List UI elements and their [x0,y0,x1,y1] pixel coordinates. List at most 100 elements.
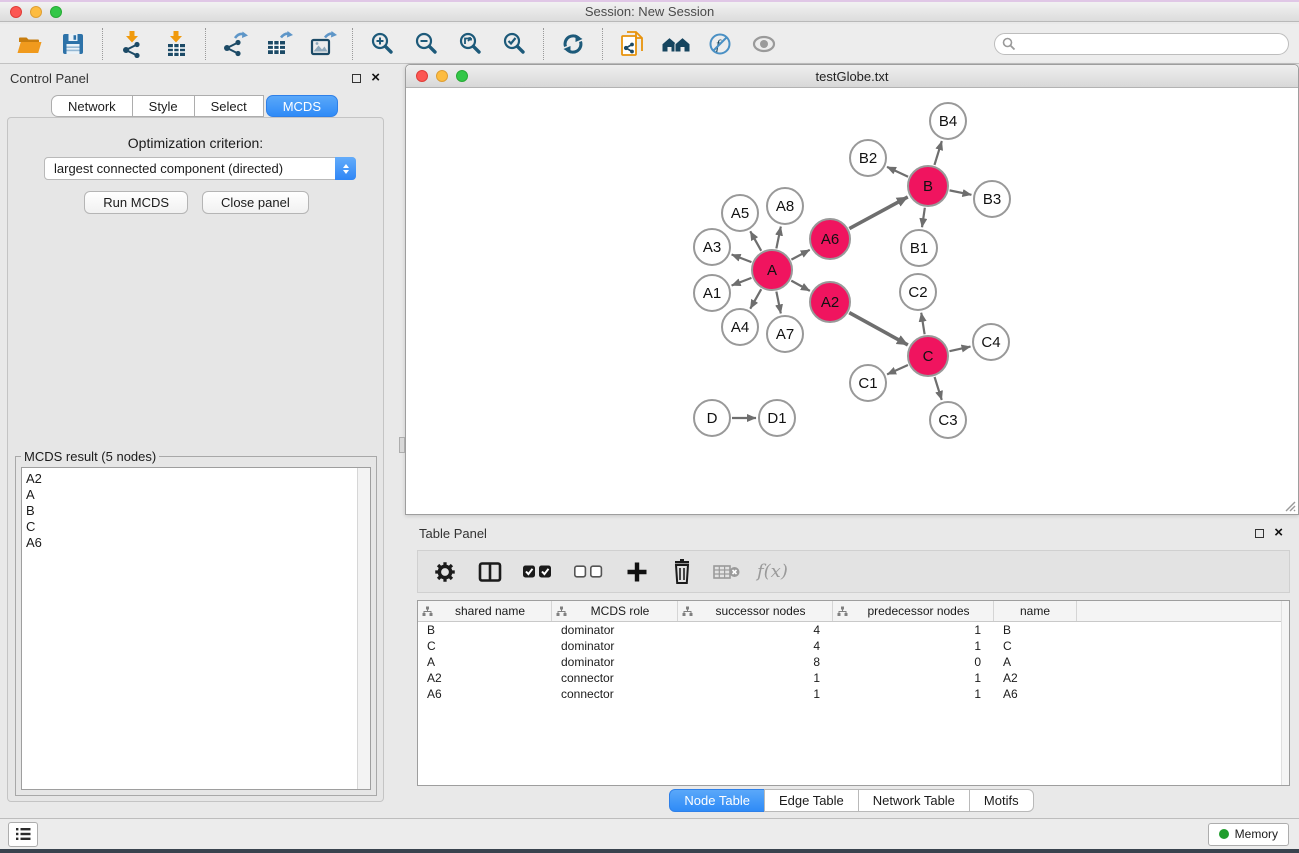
table-row[interactable]: Bdominator41B [418,622,1289,638]
node-A3[interactable]: A3 [694,229,730,265]
edge-A-A2[interactable] [791,281,810,291]
mcds-result-item[interactable]: A6 [26,535,370,551]
task-history-button[interactable] [8,822,38,847]
close-panel-button[interactable]: Close panel [202,191,309,214]
column-header-successor-nodes[interactable]: successor nodes [678,601,833,621]
zoom-selected-icon[interactable] [499,29,529,59]
table-row[interactable]: Adominator80A [418,654,1289,670]
edge-A-A6[interactable] [791,250,809,260]
edge-A-A1[interactable] [732,278,752,286]
edge-A-A7[interactable] [776,292,780,314]
mcds-result-item[interactable]: A2 [26,471,370,487]
import-network-icon[interactable] [117,29,147,59]
node-A7[interactable]: A7 [767,316,803,352]
close-panel-icon[interactable]: × [371,73,380,83]
import-table-icon[interactable] [161,29,191,59]
edge-A-A5[interactable] [750,231,761,251]
export-network-icon[interactable] [220,29,250,59]
tab-edge-table[interactable]: Edge Table [764,789,859,812]
node-A6[interactable]: A6 [810,219,850,259]
function-builder-icon[interactable]: f(x) [757,561,788,582]
mcds-result-item[interactable]: B [26,503,370,519]
node-C3[interactable]: C3 [930,402,966,438]
mcds-list-scrollbar[interactable] [357,468,370,789]
edge-B-B2[interactable] [887,167,908,177]
node-C2[interactable]: C2 [900,274,936,310]
delete-table-icon[interactable] [712,557,742,587]
node-B3[interactable]: B3 [974,181,1010,217]
float-panel-icon[interactable] [352,74,361,83]
mcds-result-item[interactable]: A [26,487,370,503]
delete-row-icon[interactable] [667,557,697,587]
edge-B-B3[interactable] [950,190,972,194]
table-scrollbar[interactable] [1281,601,1289,785]
tab-mcds[interactable]: MCDS [266,95,338,117]
edge-C-C1[interactable] [887,365,908,374]
edge-A-A4[interactable] [750,289,761,309]
mcds-result-list[interactable]: A2ABCA6 [21,467,371,790]
save-session-icon[interactable] [58,29,88,59]
new-network-from-selection-icon[interactable] [617,29,647,59]
criterion-select[interactable]: largest connected component (directed) [44,157,356,180]
node-A5[interactable]: A5 [722,195,758,231]
edge-A2-C[interactable] [849,313,908,345]
show-columns-icon[interactable] [475,557,505,587]
edge-B-B1[interactable] [922,208,925,227]
edge-A6-B[interactable] [849,197,907,229]
tab-style[interactable]: Style [132,95,195,117]
export-image-icon[interactable] [308,29,338,59]
node-A2[interactable]: A2 [810,282,850,322]
add-row-icon[interactable] [622,557,652,587]
tab-network-table[interactable]: Network Table [858,789,970,812]
zoom-out-icon[interactable] [411,29,441,59]
tab-select[interactable]: Select [194,95,264,117]
panel-divider-handle[interactable] [399,437,405,453]
table-row[interactable]: A2connector11A2 [418,670,1289,686]
memory-button[interactable]: Memory [1208,823,1289,846]
column-header-name[interactable]: name [994,601,1077,621]
tab-motifs[interactable]: Motifs [969,789,1034,812]
edge-C-C4[interactable] [949,347,970,352]
resize-grip-icon[interactable] [1284,500,1296,512]
network-canvas[interactable]: B4B2BB3B1A5A8A6A3AA1A2C2A4A7C4CC1C3DD1 [406,88,1298,514]
tab-node-table[interactable]: Node Table [669,789,765,812]
deselect-all-icon[interactable] [571,557,607,587]
table-row[interactable]: A6connector11A6 [418,686,1289,702]
table-close-panel-icon[interactable]: × [1274,528,1283,538]
node-C1[interactable]: C1 [850,365,886,401]
select-all-icon[interactable] [520,557,556,587]
run-mcds-button[interactable]: Run MCDS [84,191,188,214]
show-hide-details-eye-icon[interactable] [749,29,779,59]
column-header-shared-name[interactable]: shared name [418,601,552,621]
node-B4[interactable]: B4 [930,103,966,139]
network-window-titlebar[interactable]: testGlobe.txt [406,65,1298,88]
zoom-in-icon[interactable] [367,29,397,59]
column-header-MCDS-role[interactable]: MCDS role [552,601,678,621]
edge-A-A3[interactable] [732,255,752,263]
node-B1[interactable]: B1 [901,230,937,266]
edge-C-C3[interactable] [935,377,942,400]
table-row[interactable]: Cdominator41C [418,638,1289,654]
node-C4[interactable]: C4 [973,324,1009,360]
table-float-panel-icon[interactable] [1255,529,1264,538]
open-file-icon[interactable] [14,29,44,59]
edge-C-C2[interactable] [921,313,924,335]
export-table-icon[interactable] [264,29,294,59]
home-icon[interactable] [661,29,691,59]
hide-graphics-details-icon[interactable]: f [705,29,735,59]
node-B2[interactable]: B2 [850,140,886,176]
node-A1[interactable]: A1 [694,275,730,311]
zoom-fit-icon[interactable] [455,29,485,59]
refresh-icon[interactable] [558,29,588,59]
edge-A-A8[interactable] [776,227,780,249]
node-D[interactable]: D [694,400,730,436]
node-C[interactable]: C [908,336,948,376]
tab-network[interactable]: Network [51,95,133,117]
node-A[interactable]: A [752,250,792,290]
node-B[interactable]: B [908,166,948,206]
table-settings-icon[interactable] [430,557,460,587]
search-input[interactable] [994,33,1289,55]
column-header-predecessor-nodes[interactable]: predecessor nodes [833,601,994,621]
node-A4[interactable]: A4 [722,309,758,345]
node-A8[interactable]: A8 [767,188,803,224]
